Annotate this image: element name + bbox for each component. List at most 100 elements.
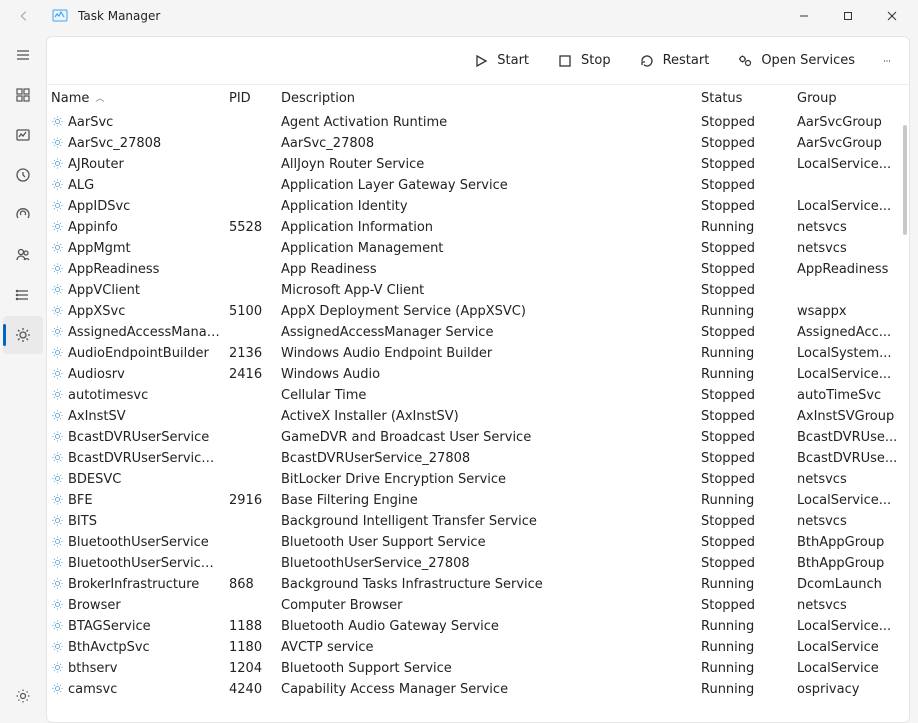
hamburger-button[interactable] [3, 36, 43, 74]
table-row[interactable]: autotimesvcCellular TimeStoppedautoTimeS… [47, 385, 909, 406]
service-icon [51, 682, 64, 695]
cell-name: AppIDSvc [47, 196, 225, 217]
table-row[interactable]: AxInstSVActiveX Installer (AxInstSV)Stop… [47, 406, 909, 427]
table-row[interactable]: AppIDSvcApplication IdentityStoppedLocal… [47, 196, 909, 217]
table-row[interactable]: ALGApplication Layer Gateway ServiceStop… [47, 175, 909, 196]
nav-processes[interactable] [3, 76, 43, 114]
cell-desc: Computer Browser [277, 595, 697, 616]
table-row[interactable]: BluetoothUserServiceBluetooth User Suppo… [47, 532, 909, 553]
table-row[interactable]: BrokerInfrastructure868Background Tasks … [47, 574, 909, 595]
scrollbar-thumb[interactable] [903, 125, 907, 235]
table-row[interactable]: camsvc4240Capability Access Manager Serv… [47, 679, 909, 700]
cell-pid: 5100 [225, 301, 277, 322]
cell-status: Stopped [697, 511, 793, 532]
nav-performance[interactable] [3, 116, 43, 154]
restart-button[interactable]: Restart [627, 47, 722, 75]
cell-group: LocalService... [793, 196, 909, 217]
cell-group: AssignedAcc... [793, 322, 909, 343]
cell-pid: 4240 [225, 679, 277, 700]
service-icon [51, 241, 64, 254]
cell-desc: App Readiness [277, 259, 697, 280]
cell-pid [225, 196, 277, 217]
cell-pid: 2136 [225, 343, 277, 364]
cell-name: Browser [47, 595, 225, 616]
col-description[interactable]: Description [277, 85, 697, 112]
cell-status: Stopped [697, 175, 793, 196]
cell-desc: Cellular Time [277, 385, 697, 406]
table-row[interactable]: AudioEndpointBuilder2136Windows Audio En… [47, 343, 909, 364]
open-services-button[interactable]: Open Services [725, 47, 867, 75]
nav-users[interactable] [3, 236, 43, 274]
close-button[interactable] [870, 1, 914, 31]
table-row[interactable]: AppReadinessApp ReadinessStoppedAppReadi… [47, 259, 909, 280]
table-row[interactable]: AJRouterAllJoyn Router ServiceStoppedLoc… [47, 154, 909, 175]
back-button[interactable] [10, 2, 38, 30]
minimize-button[interactable] [782, 1, 826, 31]
settings-button[interactable] [3, 677, 43, 715]
table-row[interactable]: Audiosrv2416Windows AudioRunningLocalSer… [47, 364, 909, 385]
table-row[interactable]: BluetoothUserService_27...BluetoothUserS… [47, 553, 909, 574]
col-status[interactable]: Status [697, 85, 793, 112]
table-row[interactable]: AarSvcAgent Activation RuntimeStoppedAar… [47, 112, 909, 133]
cell-group [793, 280, 909, 301]
cell-status: Stopped [697, 112, 793, 133]
run-task-button[interactable]: Start [461, 47, 541, 75]
cell-name: BFE [47, 490, 225, 511]
cell-status: Running [697, 490, 793, 511]
more-button[interactable] [871, 47, 903, 75]
services-table: Name︿ PID Description Status Group AarSv… [47, 85, 909, 700]
service-icon [51, 178, 64, 191]
table-row[interactable]: AarSvc_27808AarSvc_27808StoppedAarSvcGro… [47, 133, 909, 154]
cell-group: LocalService... [793, 490, 909, 511]
cell-status: Stopped [697, 259, 793, 280]
service-icon [51, 493, 64, 506]
col-pid[interactable]: PID [225, 85, 277, 112]
cell-name: BcastDVRUserService_27... [47, 448, 225, 469]
col-name[interactable]: Name︿ [47, 85, 225, 112]
service-icon [51, 619, 64, 632]
cell-desc: AarSvc_27808 [277, 133, 697, 154]
stop-button[interactable]: Stop [545, 47, 623, 75]
table-row[interactable]: BDESVCBitLocker Drive Encryption Service… [47, 469, 909, 490]
table-row[interactable]: AppXSvc5100AppX Deployment Service (AppX… [47, 301, 909, 322]
cell-desc: ActiveX Installer (AxInstSV) [277, 406, 697, 427]
cell-group: netsvcs [793, 238, 909, 259]
nav-services[interactable] [3, 316, 43, 354]
maximize-button[interactable] [826, 1, 870, 31]
service-icon [51, 535, 64, 548]
cell-pid [225, 175, 277, 196]
cell-pid [225, 259, 277, 280]
table-row[interactable]: BTAGService1188Bluetooth Audio Gateway S… [47, 616, 909, 637]
service-icon [51, 514, 64, 527]
cell-desc: BluetoothUserService_27808 [277, 553, 697, 574]
col-group[interactable]: Group [793, 85, 909, 112]
service-icon [51, 640, 64, 653]
stop-label: Stop [581, 53, 611, 68]
nav-startup[interactable] [3, 196, 43, 234]
table-row[interactable]: BFE2916Base Filtering EngineRunningLocal… [47, 490, 909, 511]
table-row[interactable]: AppVClientMicrosoft App-V ClientStopped [47, 280, 909, 301]
table-row[interactable]: BcastDVRUserService_27...BcastDVRUserSer… [47, 448, 909, 469]
cell-group: wsappx [793, 301, 909, 322]
table-row[interactable]: AssignedAccessManager...AssignedAccessMa… [47, 322, 909, 343]
cell-status: Running [697, 364, 793, 385]
cell-status: Running [697, 679, 793, 700]
table-row[interactable]: Appinfo5528Application InformationRunnin… [47, 217, 909, 238]
table-row[interactable]: BITSBackground Intelligent Transfer Serv… [47, 511, 909, 532]
cell-group: LocalService... [793, 154, 909, 175]
table-row[interactable]: BrowserComputer BrowserStoppednetsvcs [47, 595, 909, 616]
table-row[interactable]: BthAvctpSvc1180AVCTP serviceRunningLocal… [47, 637, 909, 658]
cell-group: LocalService [793, 658, 909, 679]
nav-app-history[interactable] [3, 156, 43, 194]
cell-pid [225, 280, 277, 301]
cell-pid [225, 112, 277, 133]
nav-details[interactable] [3, 276, 43, 314]
cell-pid [225, 427, 277, 448]
table-row[interactable]: AppMgmtApplication ManagementStoppednets… [47, 238, 909, 259]
cell-desc: Background Tasks Infrastructure Service [277, 574, 697, 595]
table-row[interactable]: BcastDVRUserServiceGameDVR and Broadcast… [47, 427, 909, 448]
toolbar: Start Stop Restart Open Services [47, 37, 909, 85]
table-row[interactable]: bthserv1204Bluetooth Support ServiceRunn… [47, 658, 909, 679]
service-icon [51, 262, 64, 275]
cell-group: AppReadiness [793, 259, 909, 280]
